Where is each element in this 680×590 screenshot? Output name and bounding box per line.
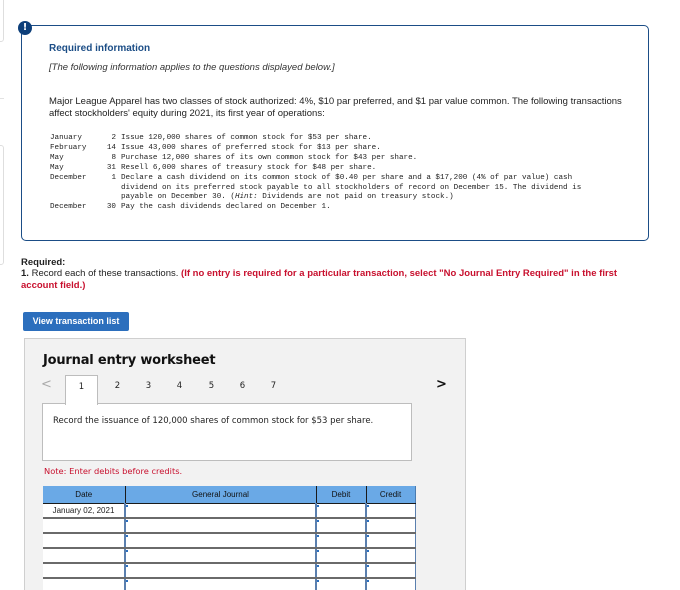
worksheet-tab-4[interactable]: 4 <box>163 375 196 405</box>
transaction-row: December 1 Declare a cash dividend on it… <box>50 174 589 204</box>
worksheet-tab-3[interactable]: 3 <box>132 375 165 405</box>
transaction-description: Declare a cash dividend on its common st… <box>121 174 589 204</box>
transaction-prompt: Record the issuance of 120,000 shares of… <box>53 416 374 426</box>
header-credit: Credit <box>366 486 416 504</box>
date-cell: January 02, 2021 <box>43 503 125 519</box>
worksheet-tab-2[interactable]: 2 <box>101 375 134 405</box>
worksheet-tab-7[interactable]: 7 <box>257 375 290 405</box>
account-input[interactable] <box>124 578 317 590</box>
side-panel-edge <box>0 0 4 42</box>
required-information-title: Required information <box>49 43 151 54</box>
transaction-month: January <box>50 134 82 142</box>
journal-row <box>43 548 416 564</box>
requirement-number: 1. <box>21 268 29 279</box>
account-input[interactable] <box>124 503 317 519</box>
journal-row <box>43 518 416 534</box>
account-input[interactable] <box>124 533 317 549</box>
transaction-row: December 30 Pay the cash dividends decla… <box>50 203 589 213</box>
description-tail: Dividends are not paid on treasury stock… <box>257 193 454 202</box>
side-panel-edge <box>0 145 4 265</box>
chevron-right-icon[interactable]: > <box>436 377 447 392</box>
problem-intro: Major League Apparel has two classes of … <box>49 96 622 119</box>
transaction-day: 14 <box>106 143 116 152</box>
debit-input[interactable] <box>315 563 367 579</box>
journal-row <box>43 563 416 579</box>
date-cell <box>43 563 125 579</box>
transaction-row: May 8 Purchase 12,000 shares of its own … <box>50 154 589 164</box>
worksheet-tab-6[interactable]: 6 <box>226 375 259 405</box>
required-information-subtitle: [The following information applies to th… <box>49 62 335 73</box>
transaction-row: February 14 Issue 43,000 shares of prefe… <box>50 144 589 154</box>
date-cell <box>43 548 125 564</box>
transaction-description: Pay the cash dividends declared on Decem… <box>121 203 331 212</box>
transaction-day: 1 <box>111 173 116 182</box>
side-divider <box>0 98 4 99</box>
journal-table: Date General Journal Debit Credit Januar… <box>43 486 416 590</box>
requirement-text: Record each of these transactions. <box>31 268 179 279</box>
transaction-day: 31 <box>106 163 116 172</box>
journal-entry-worksheet: Journal entry worksheet < 1 2 3 4 5 6 7 … <box>24 338 466 590</box>
journal-header-row: Date General Journal Debit Credit <box>43 486 416 504</box>
date-cell <box>43 533 125 549</box>
transaction-description: Purchase 12,000 shares of its own common… <box>121 153 418 162</box>
transaction-description: Resell 6,000 shares of treasury stock fo… <box>121 163 377 172</box>
worksheet-tab-5[interactable]: 5 <box>195 375 228 405</box>
transaction-month: February <box>50 143 87 152</box>
required-instruction: 1. Record each of these transactions. (I… <box>21 268 651 291</box>
transaction-day: 2 <box>111 134 116 142</box>
transaction-description: Issue 120,000 shares of common stock for… <box>121 134 372 142</box>
exclamation-icon: ! <box>18 21 32 35</box>
transaction-row: May 31 Resell 6,000 shares of treasury s… <box>50 164 589 174</box>
worksheet-title: Journal entry worksheet <box>43 353 216 368</box>
account-input[interactable] <box>124 563 317 579</box>
transaction-prompt-box: Record the issuance of 120,000 shares of… <box>42 403 412 461</box>
journal-row: January 02, 2021 <box>43 503 416 519</box>
journal-row <box>43 533 416 549</box>
credit-input[interactable] <box>365 503 416 519</box>
date-cell <box>43 518 125 534</box>
transaction-month: May <box>50 153 64 162</box>
credit-input[interactable] <box>365 548 416 564</box>
view-transaction-list-button[interactable]: View transaction list <box>23 312 129 331</box>
transaction-month: December <box>50 173 87 182</box>
account-input[interactable] <box>124 518 317 534</box>
required-label: Required: <box>21 257 66 268</box>
credit-input[interactable] <box>365 533 416 549</box>
transaction-list: January 2 Issue 120,000 shares of common… <box>50 134 589 213</box>
credit-input[interactable] <box>365 563 416 579</box>
date-cell <box>43 578 125 590</box>
debit-input[interactable] <box>315 578 367 590</box>
hint-label: Hint: <box>234 193 258 202</box>
debit-input[interactable] <box>315 503 367 519</box>
debit-input[interactable] <box>315 518 367 534</box>
transaction-month: May <box>50 163 64 172</box>
journal-row <box>43 578 416 590</box>
transaction-day: 30 <box>106 203 116 212</box>
header-general-journal: General Journal <box>125 486 317 504</box>
account-input[interactable] <box>124 548 317 564</box>
chevron-left-icon[interactable]: < <box>41 377 52 392</box>
worksheet-tab-1[interactable]: 1 <box>65 375 98 405</box>
header-debit: Debit <box>316 486 367 504</box>
debit-input[interactable] <box>315 533 367 549</box>
transaction-day: 8 <box>111 153 116 162</box>
transaction-month: December <box>50 203 87 212</box>
transaction-description: Issue 43,000 shares of preferred stock f… <box>121 143 381 152</box>
transaction-row: January 2 Issue 120,000 shares of common… <box>50 134 589 144</box>
debit-input[interactable] <box>315 548 367 564</box>
header-date: Date <box>43 486 126 504</box>
credit-input[interactable] <box>365 518 416 534</box>
debits-note: Note: Enter debits before credits. <box>44 466 183 476</box>
credit-input[interactable] <box>365 578 416 590</box>
